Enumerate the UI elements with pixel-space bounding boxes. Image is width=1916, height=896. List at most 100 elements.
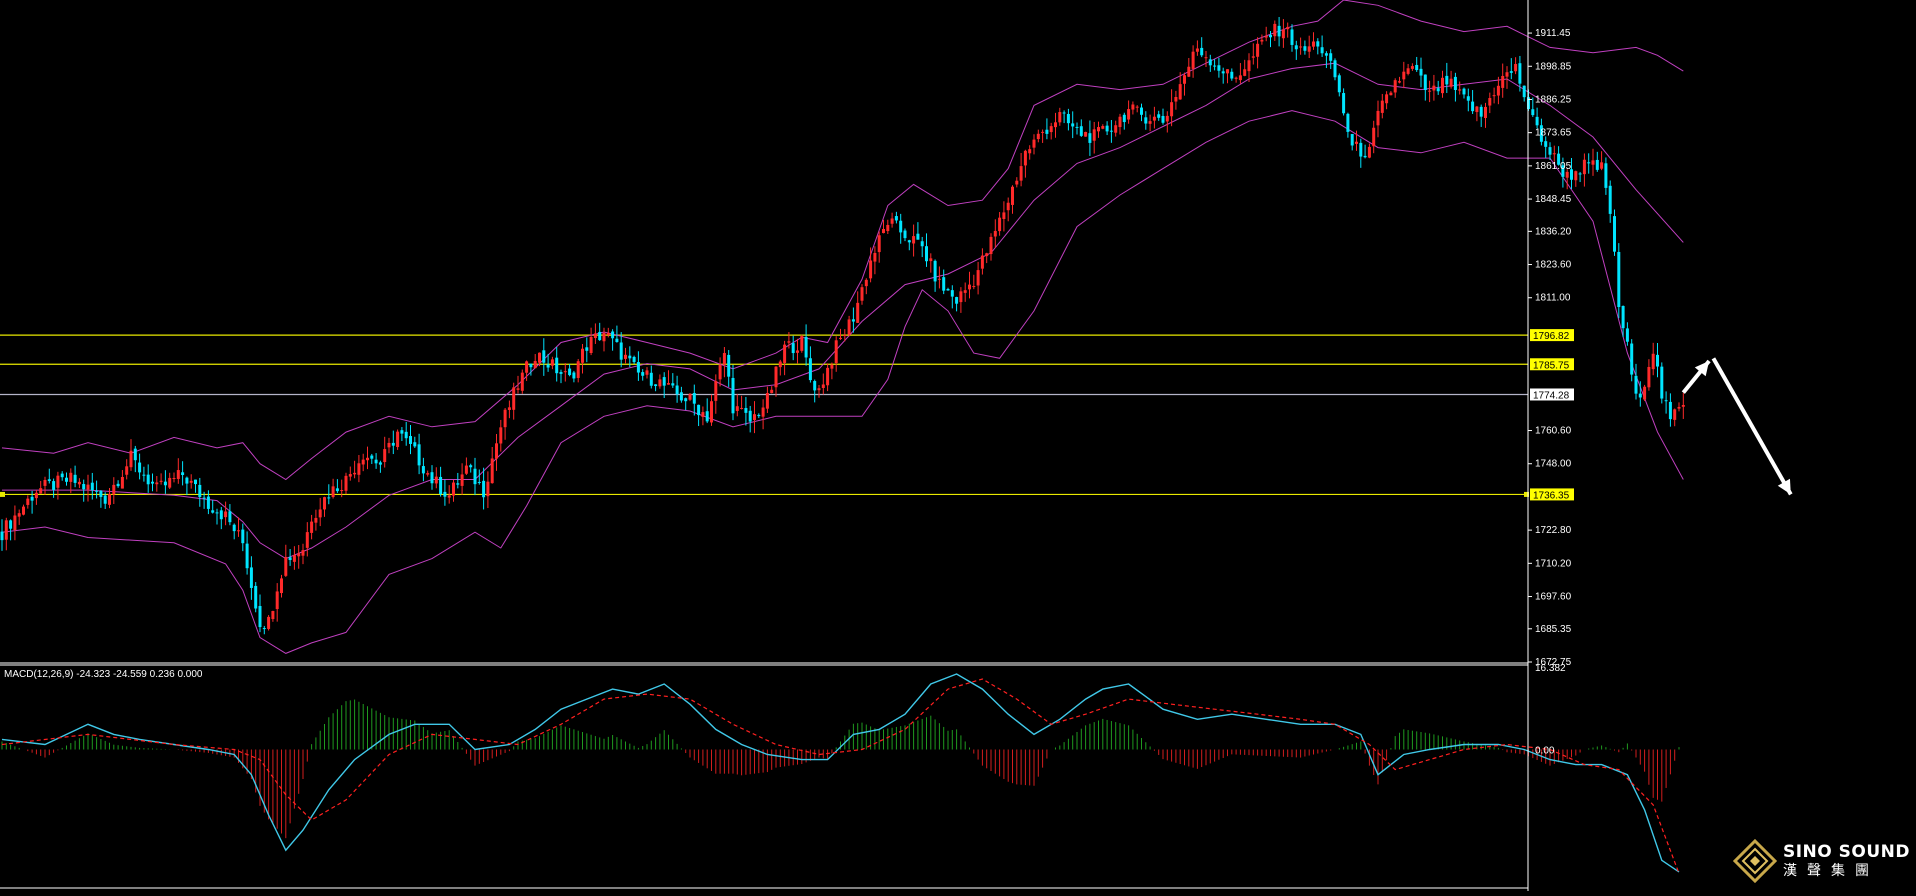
candle-body — [864, 279, 868, 287]
candle-body — [1273, 23, 1277, 37]
candle-body — [804, 337, 808, 358]
candle-body — [1668, 401, 1672, 420]
candle-body — [753, 414, 756, 421]
candle-body — [357, 463, 361, 475]
candle-body — [1458, 89, 1462, 91]
candle-body — [572, 372, 576, 379]
candle-body — [727, 354, 731, 377]
candle-body — [391, 442, 395, 446]
candle-body — [1195, 48, 1199, 52]
candle-body — [959, 291, 963, 303]
macd-tick-label: 0.00 — [1535, 746, 1555, 757]
candle-body — [434, 476, 438, 484]
candle-body — [1015, 180, 1019, 185]
candle-body — [1471, 101, 1475, 112]
candle-body — [1505, 72, 1509, 77]
candle-body — [1475, 106, 1479, 113]
candle-body — [1320, 47, 1324, 54]
candle-body — [202, 497, 206, 499]
candle-body — [82, 484, 86, 490]
candle-body — [1677, 406, 1681, 409]
candle-body — [955, 297, 959, 304]
candle-body — [271, 611, 275, 620]
candle-body — [791, 343, 795, 354]
candle-body — [1453, 76, 1457, 91]
candle-body — [1247, 60, 1251, 72]
candle-body — [860, 287, 864, 301]
candle-body — [602, 332, 606, 342]
candle-body — [421, 466, 425, 474]
candle-body — [882, 228, 885, 234]
candle-body — [946, 288, 950, 291]
candle-body — [301, 550, 305, 556]
candle-body — [1673, 409, 1677, 420]
level-tag-label: 1796.82 — [1533, 331, 1570, 342]
candle-body — [645, 370, 649, 375]
candle-body — [430, 472, 434, 484]
candle-body — [348, 474, 352, 477]
candle-body — [400, 430, 404, 434]
candle-body — [1277, 25, 1281, 37]
chart-area: 1911.45 1898.85 1886.25 1873.65 1861.05 1848.… — [0, 0, 1916, 891]
candle-body — [1221, 71, 1225, 74]
candle-body — [1312, 41, 1315, 47]
candle-body — [43, 479, 47, 486]
candle-body — [249, 567, 253, 588]
candle-body — [1144, 117, 1148, 124]
candle-body — [581, 348, 584, 363]
candle-body — [667, 383, 670, 385]
candle-body — [684, 398, 688, 402]
candle-body — [129, 450, 133, 468]
candle-body — [224, 511, 228, 518]
candle-body — [1032, 139, 1036, 148]
level-tag-label: 1774.28 — [1533, 390, 1570, 401]
candle-body — [116, 483, 120, 487]
candle-body — [1359, 142, 1363, 157]
candle-body — [327, 497, 331, 499]
price-tick-label: 1760.60 — [1535, 426, 1572, 437]
candle-body — [1161, 115, 1165, 123]
candle-body — [1367, 146, 1371, 158]
candle-body — [1187, 66, 1191, 77]
candle-body — [77, 481, 81, 485]
candle-body — [0, 531, 4, 541]
candle-body — [1256, 43, 1260, 57]
candle-body — [1651, 353, 1655, 370]
candle-body — [662, 377, 666, 386]
price-tick-label: 1811.00 — [1535, 293, 1571, 304]
candle-body — [1406, 68, 1410, 74]
candle-body — [839, 337, 842, 339]
candle-body — [495, 443, 498, 459]
candle-body — [1604, 163, 1608, 188]
candle-body — [366, 457, 369, 461]
candle-body — [1109, 130, 1113, 132]
candle-body — [899, 220, 903, 233]
candle-body — [194, 479, 197, 485]
candle-body — [232, 524, 236, 532]
candle-body — [873, 253, 877, 262]
candle-body — [1337, 75, 1341, 93]
candle-body — [60, 473, 64, 478]
candle-body — [1591, 160, 1595, 165]
candle-body — [834, 340, 838, 364]
candle-body — [1131, 104, 1135, 110]
candle-body — [628, 355, 632, 359]
candle-body — [980, 255, 984, 269]
candle-body — [125, 466, 129, 475]
candle-body — [1660, 366, 1664, 399]
candle-body — [1200, 47, 1204, 56]
candle-body — [783, 344, 787, 363]
candle-body — [374, 459, 378, 464]
candle-body — [17, 513, 21, 517]
candle-body — [813, 381, 817, 391]
candle-body — [774, 366, 778, 388]
candle-body — [1170, 102, 1174, 117]
candle-body — [1613, 216, 1616, 252]
candle-body — [1479, 106, 1483, 117]
price-tick-label: 1861.05 — [1535, 161, 1572, 172]
brand-logo: SINO SOUND 漢聲集團 — [1732, 839, 1910, 883]
candle-body — [1436, 88, 1440, 92]
candle-body — [335, 488, 339, 492]
candle-body — [1445, 75, 1449, 85]
candle-body — [1333, 60, 1337, 78]
